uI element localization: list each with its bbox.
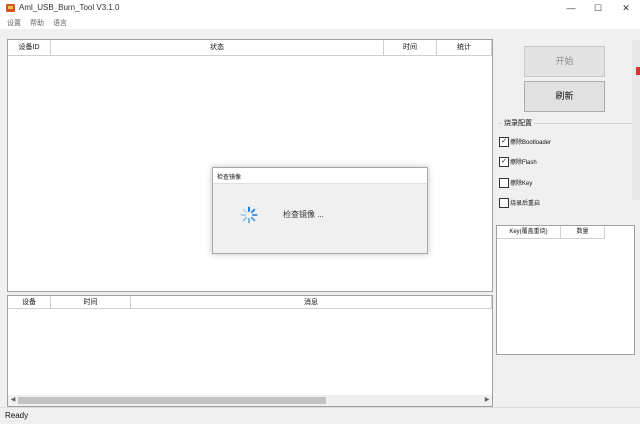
background-window-mark — [636, 67, 640, 75]
column-header-status[interactable]: 状态 — [51, 40, 384, 56]
dialog-title-bar[interactable]: 检查镜像 — [213, 168, 427, 184]
menu-language[interactable]: 语言 — [53, 18, 67, 28]
device-table[interactable]: 设备ID 状态 时间 统计 — [7, 39, 493, 292]
column-header-time[interactable]: 时间 — [384, 40, 437, 56]
option-label: 擦除Key — [510, 181, 533, 187]
dialog-message: 检查镜像 ... — [283, 210, 324, 219]
checkbox-erase-key[interactable] — [499, 178, 509, 188]
dialog-title: 检查镜像 — [217, 175, 242, 181]
start-button[interactable]: 开始 — [524, 46, 605, 77]
loading-spinner-icon — [240, 206, 258, 224]
key-table[interactable]: Key(覆盖重烧) 数量 — [496, 225, 635, 355]
status-text: Ready — [5, 411, 29, 420]
column-header-message[interactable]: 消息 — [131, 296, 492, 309]
column-header-device-id[interactable]: 设备ID — [8, 40, 51, 56]
burn-config-title: 烧录配置 — [502, 118, 534, 128]
scroll-left-icon[interactable]: ◀ — [8, 395, 18, 406]
checkbox-reboot-after-burn[interactable] — [499, 198, 509, 208]
window-title: Aml_USB_Burn_Tool V3.1.0 — [19, 3, 120, 12]
option-label: 擦除Bootloader — [510, 140, 552, 146]
check-image-dialog[interactable]: 检查镜像 检查镜像 ... — [212, 167, 428, 254]
app-icon — [6, 4, 15, 12]
background-window-edge — [632, 40, 640, 200]
menu-settings[interactable]: 设置 — [7, 18, 21, 28]
column-header-stats[interactable]: 统计 — [437, 40, 492, 56]
menu-bar: 设置 帮助 语言 — [0, 16, 640, 29]
column-header-device[interactable]: 设备 — [8, 296, 51, 309]
close-button[interactable]: ✕ — [613, 1, 639, 15]
status-bar: Ready — [0, 407, 640, 424]
minimize-button[interactable]: — — [558, 1, 584, 15]
column-header-log-time[interactable]: 时间 — [51, 296, 131, 309]
option-label: 烧录后重启 — [510, 201, 541, 207]
column-header-count[interactable]: 数量 — [561, 226, 605, 239]
checkbox-erase-bootloader[interactable]: ✓ — [499, 137, 509, 147]
scroll-right-icon[interactable]: ▶ — [482, 395, 492, 406]
option-label: 擦除Flash — [510, 160, 537, 166]
checkbox-erase-flash[interactable]: ✓ — [499, 157, 509, 167]
column-header-key[interactable]: Key(覆盖重烧) — [497, 226, 561, 239]
menu-help[interactable]: 帮助 — [30, 18, 44, 28]
scrollbar-thumb[interactable] — [18, 397, 326, 404]
refresh-button[interactable]: 刷新 — [524, 81, 605, 112]
maximize-button[interactable]: ☐ — [585, 1, 611, 15]
title-bar: Aml_USB_Burn_Tool V3.1.0 — ☐ ✕ — [0, 0, 640, 16]
horizontal-scrollbar[interactable]: ◀ ▶ — [8, 395, 492, 406]
log-table[interactable]: 设备 时间 消息 ◀ ▶ — [7, 295, 493, 407]
